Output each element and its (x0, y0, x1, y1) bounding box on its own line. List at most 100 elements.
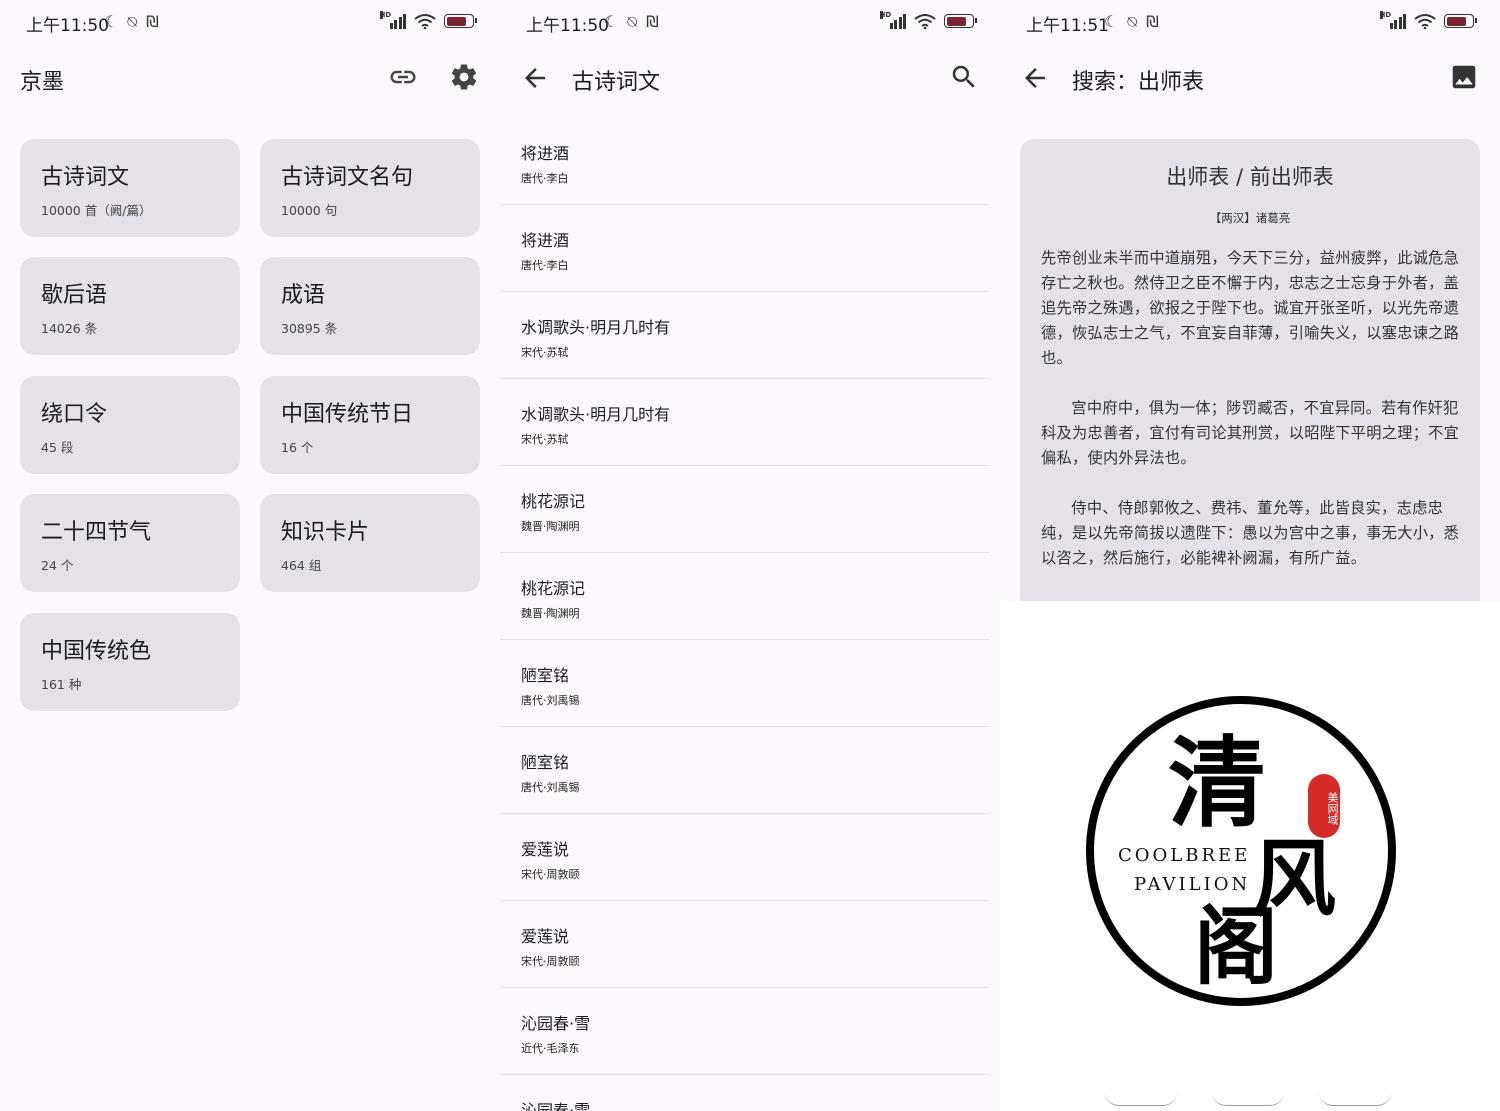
status-bar: 上午11:50 ☾ ⍉ ₪ HD (500, 0, 1000, 46)
card-count: 464 组 (281, 558, 322, 573)
card-title: 绕口令 (41, 402, 108, 427)
bottom-button-faint[interactable] (1212, 1092, 1284, 1106)
poem-paragraph: 宫中府中，俱为一体；陟罚臧否，不宜异同。若有作奸犯科及为忠善者，宜付有司论其刑赏… (1041, 399, 1460, 467)
poem-list: 将进酒 唐代·李白 将进酒 唐代·李白 水调歌头·明月几时有 宋代·苏轼 水调歌头·明… (500, 118, 990, 1111)
wifi-icon (414, 14, 436, 29)
poem-list-screen: 上午11:50 ☾ ⍉ ₪ HD 古诗词文 将进酒 唐代·李白 将进酒 唐代·李白 … (500, 0, 1000, 1111)
poem-author: 近代·毛泽东 (521, 1042, 580, 1055)
list-item[interactable]: 水调歌头·明月几时有宋代·苏轼 (500, 292, 990, 379)
card-count: 10000 句 (281, 203, 338, 218)
card-xiehouyu[interactable]: 歇后语 14026 条 (20, 257, 240, 355)
poem-title: 桃花源记 (521, 579, 586, 598)
card-knowledge-cards[interactable]: 知识卡片 464 组 (260, 494, 480, 592)
poem-author: 唐代·刘禹锡 (521, 694, 580, 707)
bottom-button-faint[interactable] (1319, 1092, 1391, 1106)
signal-icon: HD (879, 11, 906, 29)
top-app-bar: 京墨 (0, 46, 500, 110)
card-title: 古诗词文名句 (281, 165, 414, 190)
link-icon[interactable] (388, 62, 418, 92)
status-icons: ☾ ⍉ ₪ (104, 12, 161, 31)
card-famous-lines[interactable]: 古诗词文名句 10000 句 (260, 139, 480, 237)
poem-author: 唐代·李白 (521, 259, 569, 272)
card-count: 45 段 (41, 440, 74, 455)
poem-title: 桃花源记 (521, 492, 586, 511)
status-icons: ☾ ⍉ ₪ (1104, 12, 1161, 31)
status-time: 上午11:51 (1026, 16, 1109, 36)
poem-author: 唐代·刘禹锡 (521, 781, 580, 794)
card-title: 知识卡片 (281, 520, 370, 545)
page-title: 搜索：出师表 (1072, 70, 1205, 95)
poem-author: 魏晋·陶渊明 (521, 520, 580, 533)
list-item[interactable]: 沁园春·雪近代·毛泽东 (500, 988, 990, 1075)
list-item[interactable]: 沁园春·雪 (500, 1075, 990, 1111)
search-icon[interactable] (949, 62, 979, 92)
card-count: 30895 条 (281, 321, 338, 336)
list-item[interactable]: 爱莲说宋代·周敦颐 (500, 814, 990, 901)
red-stamp: 美网域 (1308, 774, 1340, 838)
poem-author: 宋代·周敦颐 (521, 955, 580, 968)
poem-title: 将进酒 (521, 231, 570, 250)
card-poems[interactable]: 古诗词文 10000 首（阙/篇） (20, 139, 240, 237)
wifi-icon (1414, 14, 1436, 29)
card-title: 歇后语 (41, 283, 108, 308)
poem-title: 水调歌头·明月几时有 (521, 318, 671, 337)
status-bar: 上午11:51 ☾ ⍉ ₪ HD (1000, 0, 1500, 46)
poem-title: 沁园春·雪 (521, 1014, 591, 1033)
card-count: 16 个 (281, 440, 314, 455)
poem-author: 宋代·苏轼 (521, 346, 569, 359)
watermark-logo: 清 风 阁 COOLBREE PAVILION 美网域 (1084, 694, 1398, 1008)
poem-author: 唐代·李白 (521, 172, 569, 185)
card-tongue-twisters[interactable]: 绕口令 45 段 (20, 376, 240, 474)
card-idioms[interactable]: 成语 30895 条 (260, 257, 480, 355)
poem-paragraph: 侍中、侍郎郭攸之、费祎、董允等，此皆良实，志虑忠纯，是以先帝简拔以遗陛下：愚以为… (1041, 499, 1460, 567)
card-traditional-colors[interactable]: 中国传统色 161 种 (20, 613, 240, 711)
poem-author: 宋代·周敦颐 (521, 868, 580, 881)
status-right: HD (879, 11, 977, 29)
battery-icon (444, 14, 477, 28)
battery-icon (1444, 14, 1477, 28)
poem-title: 陋室铭 (521, 666, 570, 685)
status-icons: ☾ ⍉ ₪ (604, 12, 661, 31)
poem-title: 陋室铭 (521, 753, 570, 772)
app-title: 京墨 (20, 70, 65, 95)
list-item[interactable]: 水调歌头·明月几时有宋代·苏轼 (500, 379, 990, 466)
list-item[interactable]: 桃花源记魏晋·陶渊明 (500, 466, 990, 553)
signal-icon: HD (379, 11, 406, 29)
card-title: 二十四节气 (41, 520, 152, 545)
status-time: 上午11:50 (26, 16, 109, 36)
list-item[interactable]: 将进酒唐代·李白 (500, 205, 990, 292)
poem-card: 出师表 / 前出师表 【两汉】诸葛亮 先帝创业未半而中道崩殂，今天下三分，益州疲… (1020, 139, 1480, 601)
card-festivals[interactable]: 中国传统节日 16 个 (260, 376, 480, 474)
poem-author: 【两汉】诸葛亮 (1209, 211, 1291, 225)
poem-paragraph: 先帝创业未半而中道崩殂，今天下三分，益州疲弊，此诚危急存亡之秋也。然侍卫之臣不懈… (1041, 249, 1460, 367)
poem-title: 爱莲说 (521, 840, 570, 859)
watermark-text-line1: COOLBREE (1118, 845, 1251, 866)
list-item[interactable]: 爱莲说 宋代·周敦颐 (500, 901, 990, 988)
card-title: 中国传统节日 (281, 402, 414, 427)
poem-author: 魏晋·陶渊明 (521, 607, 580, 620)
card-count: 10000 首（阙/篇） (41, 203, 152, 218)
home-screen: 上午11:50 ☾ ⍉ ₪ HD 京墨 古诗词文 10000 首（阙/篇） 古诗词… (0, 0, 500, 1111)
status-bar: 上午11:50 ☾ ⍉ ₪ HD (0, 0, 500, 46)
bottom-button-faint[interactable] (1105, 1092, 1177, 1106)
list-item[interactable]: 将进酒 唐代·李白 (500, 118, 990, 205)
list-item[interactable]: 桃花源记魏晋·陶渊明 (500, 553, 990, 640)
back-arrow-icon[interactable] (520, 63, 550, 93)
back-arrow-icon[interactable] (1020, 63, 1050, 93)
poem-title: 水调歌头·明月几时有 (521, 405, 671, 424)
settings-gear-icon[interactable] (449, 62, 479, 92)
card-solar-terms[interactable]: 二十四节气 24 个 (20, 494, 240, 592)
card-count: 14026 条 (41, 321, 98, 336)
signal-icon: HD (1379, 11, 1406, 29)
status-time: 上午11:50 (526, 16, 609, 36)
status-right: HD (1379, 11, 1477, 29)
poem-title: 出师表 / 前出师表 (1166, 165, 1334, 189)
list-item[interactable]: 陋室铭唐代·刘禹锡 (500, 727, 990, 814)
list-item[interactable]: 陋室铭唐代·刘禹锡 (500, 640, 990, 727)
watermark-text-line2: PAVILION (1134, 874, 1251, 895)
poem-title: 沁园春·雪 (521, 1101, 591, 1111)
page-title: 古诗词文 (572, 70, 661, 95)
image-icon[interactable] (1449, 62, 1479, 92)
top-app-bar: 搜索：出师表 (1000, 46, 1500, 110)
poem-author: 宋代·苏轼 (521, 433, 569, 446)
